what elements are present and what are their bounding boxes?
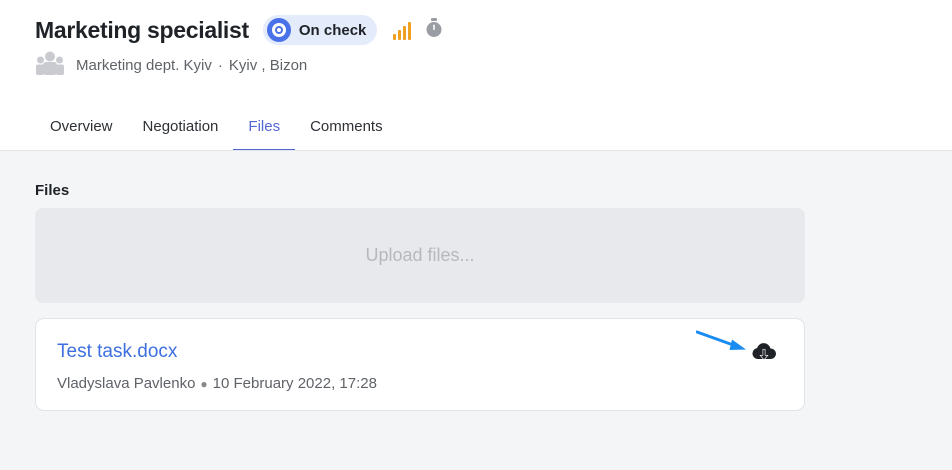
separator-dot: · [217,56,223,74]
upload-placeholder: Upload files... [365,245,475,265]
title-row: Marketing specialist On check [35,14,443,46]
location-label: Kyiv , Bizon [228,56,308,74]
status-badge[interactable]: On check [262,15,378,45]
separator-dot: ● [200,376,208,391]
file-card: Test task.docx Vladyslava Pavlenko ● 10 … [35,318,805,411]
tab-bar: Overview Negotiation Files Comments [35,104,398,151]
tab-comments[interactable]: Comments [295,104,398,150]
page-title: Marketing specialist [35,16,249,43]
tab-files[interactable]: Files [233,104,295,151]
status-label: On check [298,21,367,39]
people-icon [36,51,64,79]
job-subtitle: Marketing dept. Kyiv · Kyiv , Bizon [36,51,308,79]
files-heading: Files [35,182,70,199]
stopwatch-icon[interactable] [425,17,443,43]
file-name-link[interactable]: Test task.docx [57,341,177,363]
file-date: 10 February 2022, 17:28 [212,375,377,392]
page-header: Marketing specialist On check Marketing … [0,0,952,151]
tab-negotiation[interactable]: Negotiation [128,104,234,150]
tab-overview[interactable]: Overview [35,104,128,150]
department-label: Marketing dept. Kyiv [76,56,212,74]
annotation-arrow-icon [696,330,746,350]
upload-dropzone[interactable]: Upload files... [35,208,805,303]
status-target-icon [266,18,291,42]
file-meta: Vladyslava Pavlenko ● 10 February 2022, … [57,375,377,392]
files-panel: Files Upload files... Test task.docx Vla… [0,151,952,470]
cloud-download-icon[interactable] [751,342,777,364]
signal-bars-icon[interactable] [393,20,412,40]
file-author: Vladyslava Pavlenko [57,375,196,392]
